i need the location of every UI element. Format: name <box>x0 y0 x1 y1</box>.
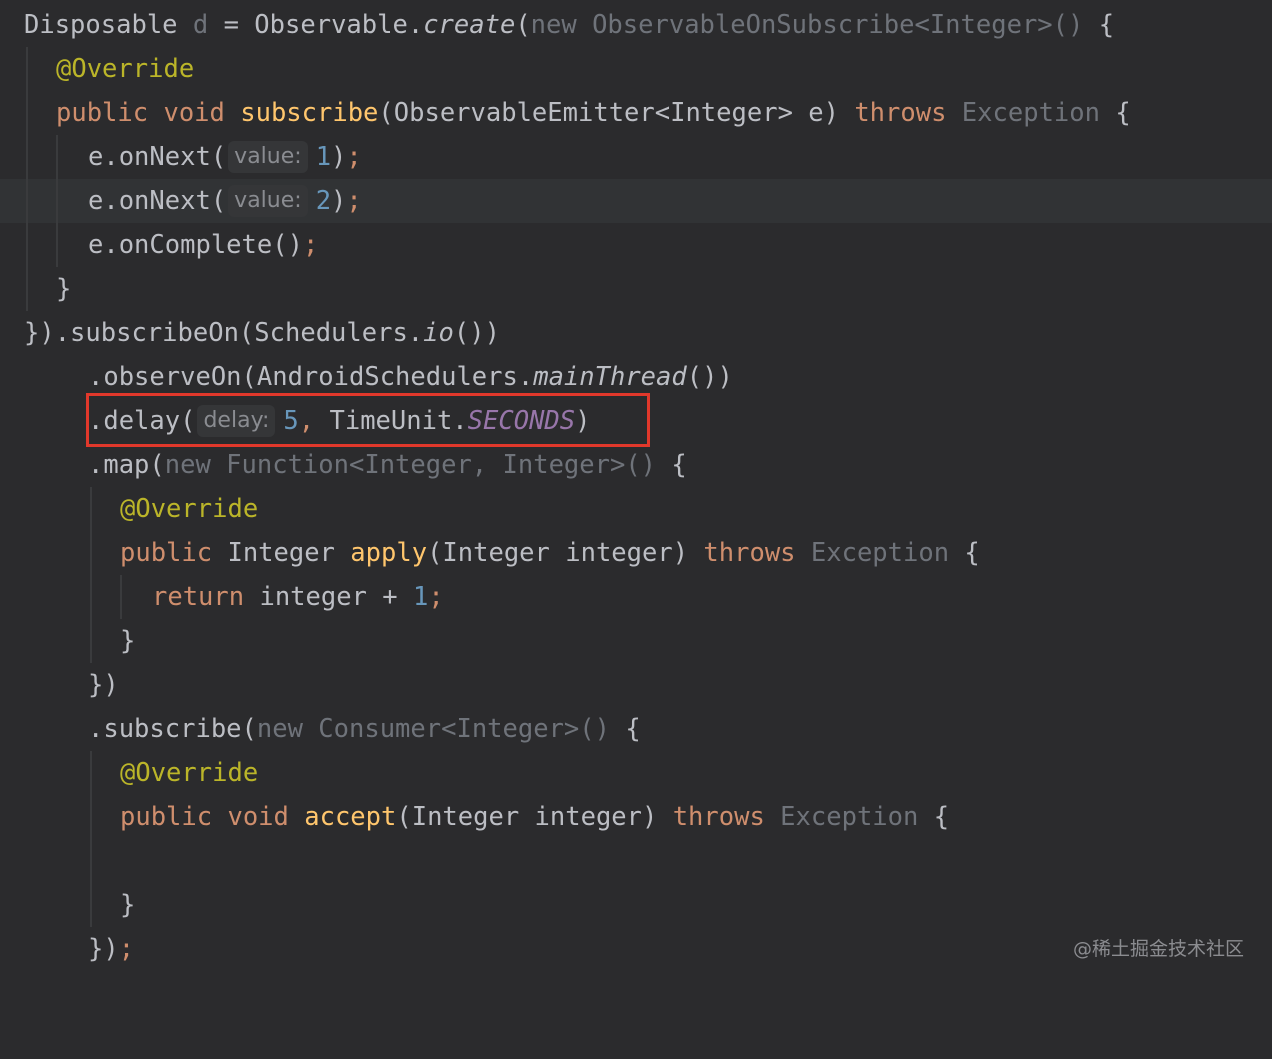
highlight-box <box>86 393 650 447</box>
parameter-hint: value: <box>228 141 308 173</box>
parameter-hint: value: <box>228 185 308 217</box>
code-line[interactable]: public void subscribe(ObservableEmitter<… <box>0 91 1272 135</box>
code-line[interactable]: e.onNext(value: 1); <box>0 135 1272 179</box>
code-line[interactable]: Disposable d = Observable.create(new Obs… <box>0 3 1272 47</box>
code-line[interactable]: public void accept(Integer integer) thro… <box>0 795 1272 839</box>
code-line[interactable]: @Override <box>0 487 1272 531</box>
code-line-current[interactable]: e.onNext(value: 2); <box>0 179 1272 223</box>
code-line[interactable]: @Override <box>0 751 1272 795</box>
code-editor[interactable]: Disposable d = Observable.create(new Obs… <box>0 0 1272 986</box>
code-line[interactable]: return integer + 1; <box>0 575 1272 619</box>
code-line[interactable] <box>0 839 1272 883</box>
watermark: @稀土掘金技术社区 <box>1072 938 1244 960</box>
code-line[interactable]: }) <box>0 663 1272 707</box>
code-line[interactable]: } <box>0 267 1272 311</box>
code-line[interactable]: .map(new Function<Integer, Integer>() { <box>0 443 1272 487</box>
code-line[interactable]: e.onComplete(); <box>0 223 1272 267</box>
code-line[interactable]: public Integer apply(Integer integer) th… <box>0 531 1272 575</box>
code-line[interactable]: } <box>0 883 1272 927</box>
code-line[interactable]: }).subscribeOn(Schedulers.io()) <box>0 311 1272 355</box>
code-line[interactable]: .subscribe(new Consumer<Integer>() { <box>0 707 1272 751</box>
code-line[interactable]: } <box>0 619 1272 663</box>
code-line[interactable]: @Override <box>0 47 1272 91</box>
